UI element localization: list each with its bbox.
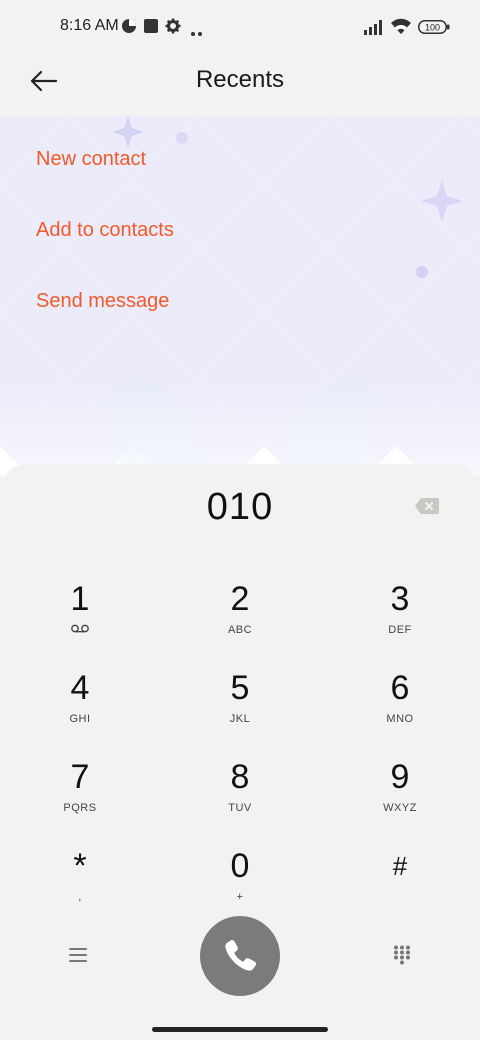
key-digit: 0	[230, 847, 250, 885]
key-2[interactable]: 2 ABC	[180, 580, 300, 660]
new-contact-link[interactable]: New contact	[36, 148, 146, 171]
key-digit: 7	[70, 758, 90, 796]
key-letters: +	[236, 891, 244, 903]
settings-gear-icon	[165, 18, 181, 39]
backspace-icon	[415, 498, 439, 514]
key-1[interactable]: 1	[20, 580, 140, 660]
menu-button[interactable]	[68, 946, 88, 969]
key-8[interactable]: 8 TUV	[180, 758, 300, 838]
status-time: 8:16 AM	[60, 17, 119, 34]
home-indicator[interactable]	[152, 1027, 328, 1032]
key-letters: ABC	[227, 624, 253, 636]
page-title: Recents	[195, 66, 285, 93]
key-star[interactable]: * ,	[20, 847, 140, 927]
key-letters: MNO	[386, 713, 414, 725]
key-letters: PQRS	[63, 802, 97, 814]
wifi-icon	[390, 17, 412, 40]
key-digit: #	[392, 851, 408, 881]
key-5[interactable]: 5 JKL	[180, 669, 300, 749]
key-letters: JKL	[229, 713, 251, 725]
key-digit: 6	[390, 669, 410, 707]
voicemail-icon	[20, 624, 140, 636]
add-to-contacts-link[interactable]: Add to contacts	[36, 219, 174, 242]
key-9[interactable]: 9 WXYZ	[340, 758, 460, 838]
battery-icon: 100	[418, 20, 450, 39]
backspace-button[interactable]	[414, 496, 440, 516]
key-digit: 4	[70, 669, 90, 707]
key-letters: WXYZ	[383, 802, 417, 814]
dialpad-icon	[394, 945, 410, 965]
header: Recents	[0, 56, 480, 116]
key-digit: 1	[70, 580, 90, 618]
key-letters: DEF	[388, 624, 412, 636]
call-button[interactable]	[200, 916, 280, 996]
status-bar: 8:16 AM 100	[0, 0, 480, 56]
dialpad-toggle-button[interactable]	[393, 945, 411, 970]
send-message-link[interactable]: Send message	[36, 290, 169, 313]
app-notification-icon	[143, 18, 159, 39]
data-saver-icon	[121, 18, 137, 39]
battery-level: 100	[425, 22, 440, 32]
key-digit: 3	[390, 580, 410, 618]
key-digit: 5	[230, 669, 250, 707]
key-letters: TUV	[228, 802, 252, 814]
more-notifications-icon	[190, 24, 204, 42]
key-digit: 8	[230, 758, 250, 796]
key-7[interactable]: 7 PQRS	[20, 758, 140, 838]
menu-icon	[69, 948, 87, 962]
key-4[interactable]: 4 GHI	[20, 669, 140, 749]
key-3[interactable]: 3 DEF	[340, 580, 460, 660]
key-0[interactable]: 0 +	[180, 847, 300, 927]
background-pattern: New contact Add to contacts Send message	[0, 116, 480, 476]
key-letters: GHI	[69, 713, 91, 725]
key-digit: 9	[390, 758, 410, 796]
dialer-panel: 010 1 2 ABC 3 DEF 4 GHI 5 JKL 6 MNO 7 PQ…	[0, 464, 480, 1040]
phone-icon	[225, 939, 257, 971]
key-letters: ,	[78, 891, 82, 903]
key-hash[interactable]: #	[340, 847, 460, 927]
key-6[interactable]: 6 MNO	[340, 669, 460, 749]
signal-icon	[364, 19, 386, 40]
dialed-number[interactable]: 010	[0, 486, 480, 529]
key-digit: 2	[230, 580, 250, 618]
key-digit: *	[73, 847, 87, 885]
